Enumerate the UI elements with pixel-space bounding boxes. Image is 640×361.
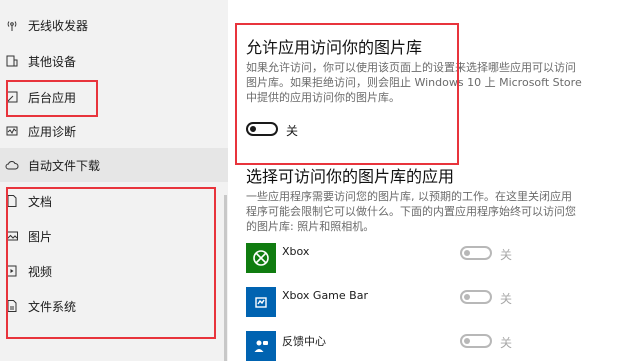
sidebar-item-app-diagnostics[interactable]: 应用诊断 xyxy=(0,114,228,148)
sidebar-item-label: 文件系统 xyxy=(28,299,77,314)
cloud-icon xyxy=(4,157,20,173)
choose-apps-title: 选择可访问你的图片库的应用 xyxy=(246,167,455,186)
settings-sidebar: 无线收发器 其他设备 后台应用 应用诊断 自动文件下载 文档 图片 视频 文件系… xyxy=(0,0,228,361)
app-row-xbox-game-bar: Xbox Game Bar 关 xyxy=(246,287,626,317)
background-apps-icon xyxy=(4,89,20,105)
sidebar-item-label: 文档 xyxy=(28,194,53,209)
picture-library-access-toggle[interactable] xyxy=(246,122,278,136)
sidebar-item-videos[interactable]: 视频 xyxy=(0,254,228,288)
feedback-hub-icon xyxy=(246,331,276,361)
diagnostics-icon xyxy=(4,123,20,139)
sidebar-item-label: 图片 xyxy=(28,229,53,244)
access-section-title: 允许应用访问你的图片库 xyxy=(246,38,423,57)
feedback-hub-access-toggle[interactable] xyxy=(460,334,492,348)
main-panel: 允许应用访问你的图片库 如果允许访问，你可以使用该页面上的设置来选择哪些应用可以… xyxy=(228,0,640,361)
app-row-feedback-hub: 反馈中心 关 xyxy=(246,331,626,361)
sidebar-item-label: 视频 xyxy=(28,264,53,279)
app-name: 反馈中心 xyxy=(282,335,326,348)
choose-apps-description: 一些应用程序需要访问您的图片库, 以预期的工作。在这里关闭应用程序可能会限制它可… xyxy=(246,190,576,233)
sidebar-item-other-devices[interactable]: 其他设备 xyxy=(0,44,228,78)
sidebar-item-documents[interactable]: 文档 xyxy=(0,184,228,218)
xbox-icon xyxy=(246,243,276,273)
xbox-game-bar-toggle-state: 关 xyxy=(500,292,513,306)
app-name: Xbox xyxy=(282,245,310,258)
game-bar-icon xyxy=(246,287,276,317)
toggle-knob xyxy=(464,250,470,256)
sidebar-item-label: 自动文件下载 xyxy=(28,158,101,173)
access-section-description: 如果允许访问，你可以使用该页面上的设置来选择哪些应用可以访问图片库。如果拒绝访问… xyxy=(246,61,582,104)
toggle-knob xyxy=(464,294,470,300)
sidebar-item-label: 后台应用 xyxy=(28,90,77,105)
sidebar-item-label: 无线收发器 xyxy=(28,18,89,33)
sidebar-item-radios[interactable]: 无线收发器 xyxy=(0,8,228,42)
radio-tower-icon xyxy=(4,17,20,33)
devices-icon xyxy=(4,53,20,69)
app-name: Xbox Game Bar xyxy=(282,289,368,302)
sidebar-item-pictures[interactable]: 图片 xyxy=(0,219,228,253)
feedback-hub-toggle-state: 关 xyxy=(500,336,513,350)
sidebar-item-label: 应用诊断 xyxy=(28,124,77,139)
sidebar-item-file-system[interactable]: 文件系统 xyxy=(0,289,228,323)
file-system-icon xyxy=(4,298,20,314)
xbox-access-toggle[interactable] xyxy=(460,246,492,260)
sidebar-item-auto-download[interactable]: 自动文件下载 xyxy=(0,148,228,182)
toggle-knob xyxy=(464,338,470,344)
video-icon xyxy=(4,263,20,279)
sidebar-item-label: 其他设备 xyxy=(28,54,77,69)
access-toggle-state: 关 xyxy=(286,124,299,138)
sidebar-scrollbar[interactable] xyxy=(224,195,227,361)
app-row-xbox: Xbox 关 xyxy=(246,243,626,273)
document-icon xyxy=(4,193,20,209)
xbox-toggle-state: 关 xyxy=(500,248,513,262)
xbox-game-bar-access-toggle[interactable] xyxy=(460,290,492,304)
picture-icon xyxy=(4,228,20,244)
toggle-knob xyxy=(250,126,256,132)
sidebar-item-background-apps[interactable]: 后台应用 xyxy=(0,80,228,114)
